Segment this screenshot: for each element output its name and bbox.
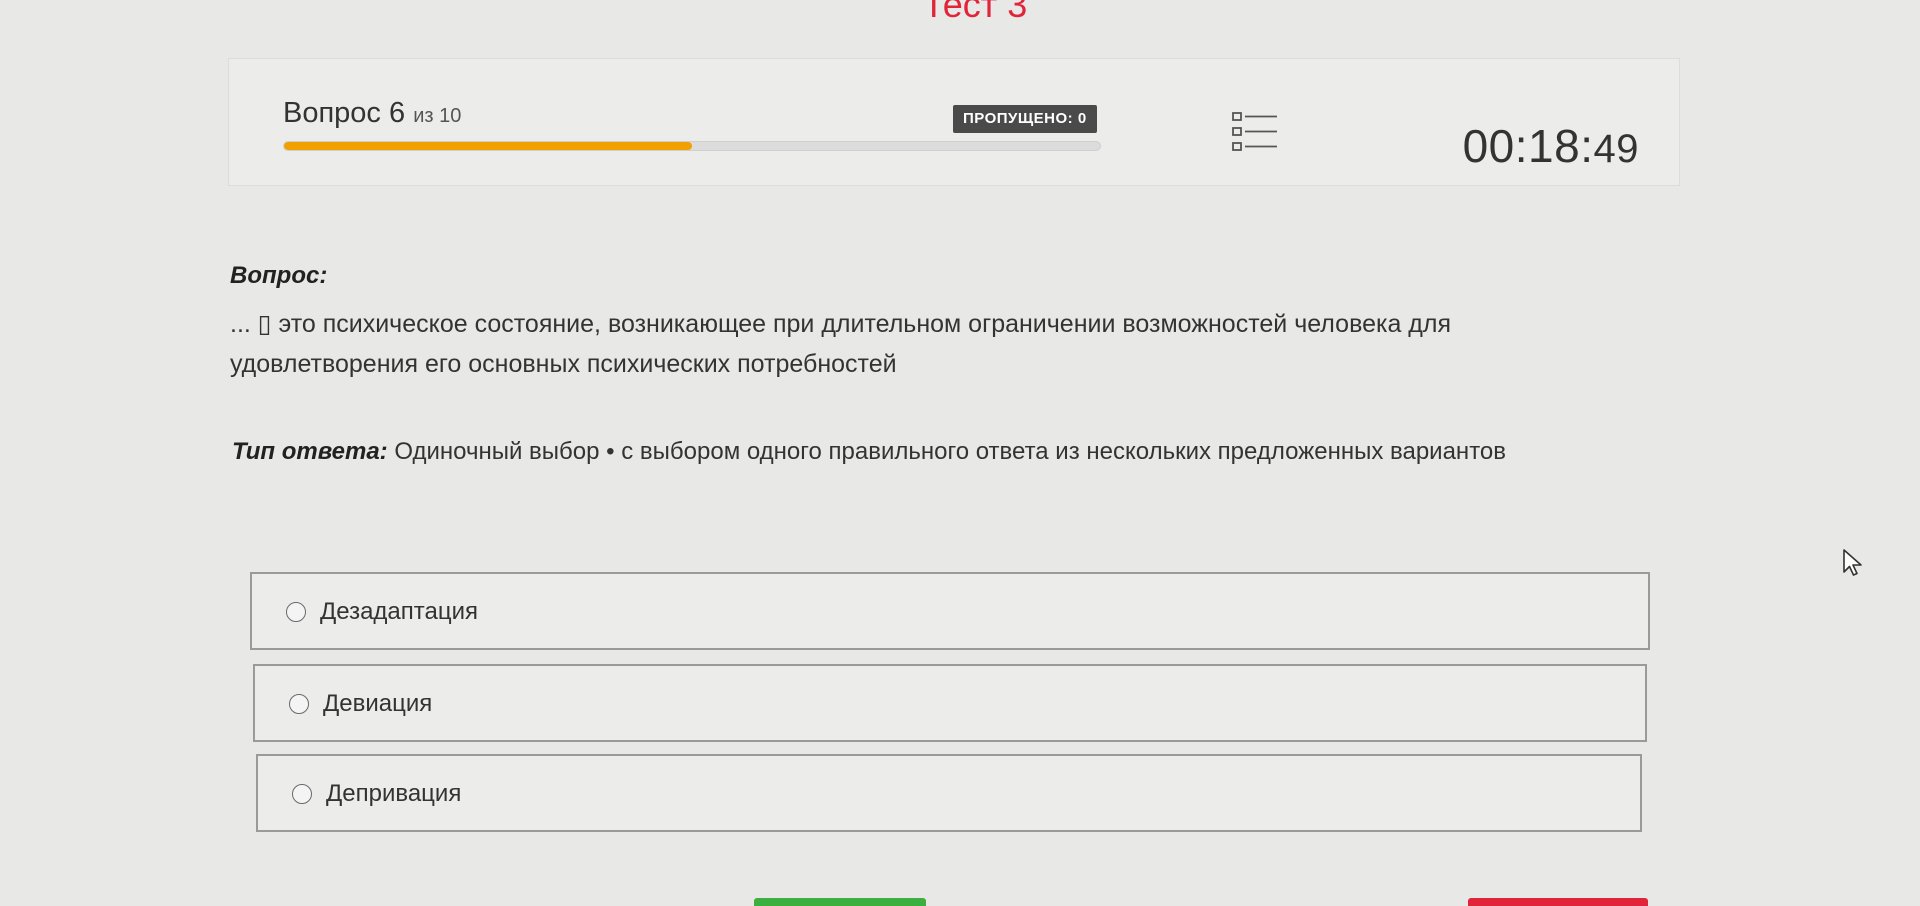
- progress-bar-fill: [284, 142, 692, 150]
- answer-option-label: Депривация: [326, 780, 462, 807]
- question-list-icon[interactable]: [1231, 109, 1281, 155]
- question-text: ... ▯ это психическое состояние, возника…: [230, 310, 1452, 378]
- answer-type-label: Тип ответа:: [232, 438, 388, 465]
- answer-option[interactable]: Девиация: [253, 664, 1647, 742]
- answer-type-value: Одиночный выбор • с выбором одного прави…: [394, 438, 1507, 465]
- timer-main: 00:18:: [1462, 120, 1594, 172]
- mouse-pointer-icon: [1843, 549, 1862, 576]
- answer-type: Тип ответа: Одиночный выбор • с выбором …: [232, 438, 1506, 466]
- test-header-panel: Вопрос 6 из 10 ПРОПУЩЕНО: 0 00:18:49: [228, 58, 1680, 186]
- progress-bar: [283, 141, 1101, 151]
- skip-question-button[interactable]: [1468, 898, 1648, 906]
- timer-seconds: 49: [1593, 127, 1639, 171]
- answer-option[interactable]: Депривация: [256, 754, 1642, 832]
- question-heading: Вопрос:: [230, 262, 328, 289]
- question-number: Вопрос 6: [283, 97, 406, 129]
- radio-button-icon[interactable]: [286, 602, 306, 622]
- confirm-answer-button[interactable]: [754, 898, 926, 906]
- radio-button-icon[interactable]: [289, 694, 309, 714]
- countdown-timer: 00:18:49: [1463, 119, 1639, 173]
- answer-option[interactable]: Дезадаптация: [250, 572, 1650, 650]
- question-total: из 10: [413, 105, 462, 127]
- question-counter: Вопрос 6 из 10: [283, 97, 461, 130]
- skipped-count-badge: ПРОПУЩЕНО: 0: [953, 105, 1097, 133]
- radio-button-icon[interactable]: [292, 784, 312, 804]
- answer-option-label: Дезадаптация: [320, 598, 478, 625]
- answer-option-label: Девиация: [323, 690, 433, 717]
- page-title: Тест 3: [922, 0, 1028, 25]
